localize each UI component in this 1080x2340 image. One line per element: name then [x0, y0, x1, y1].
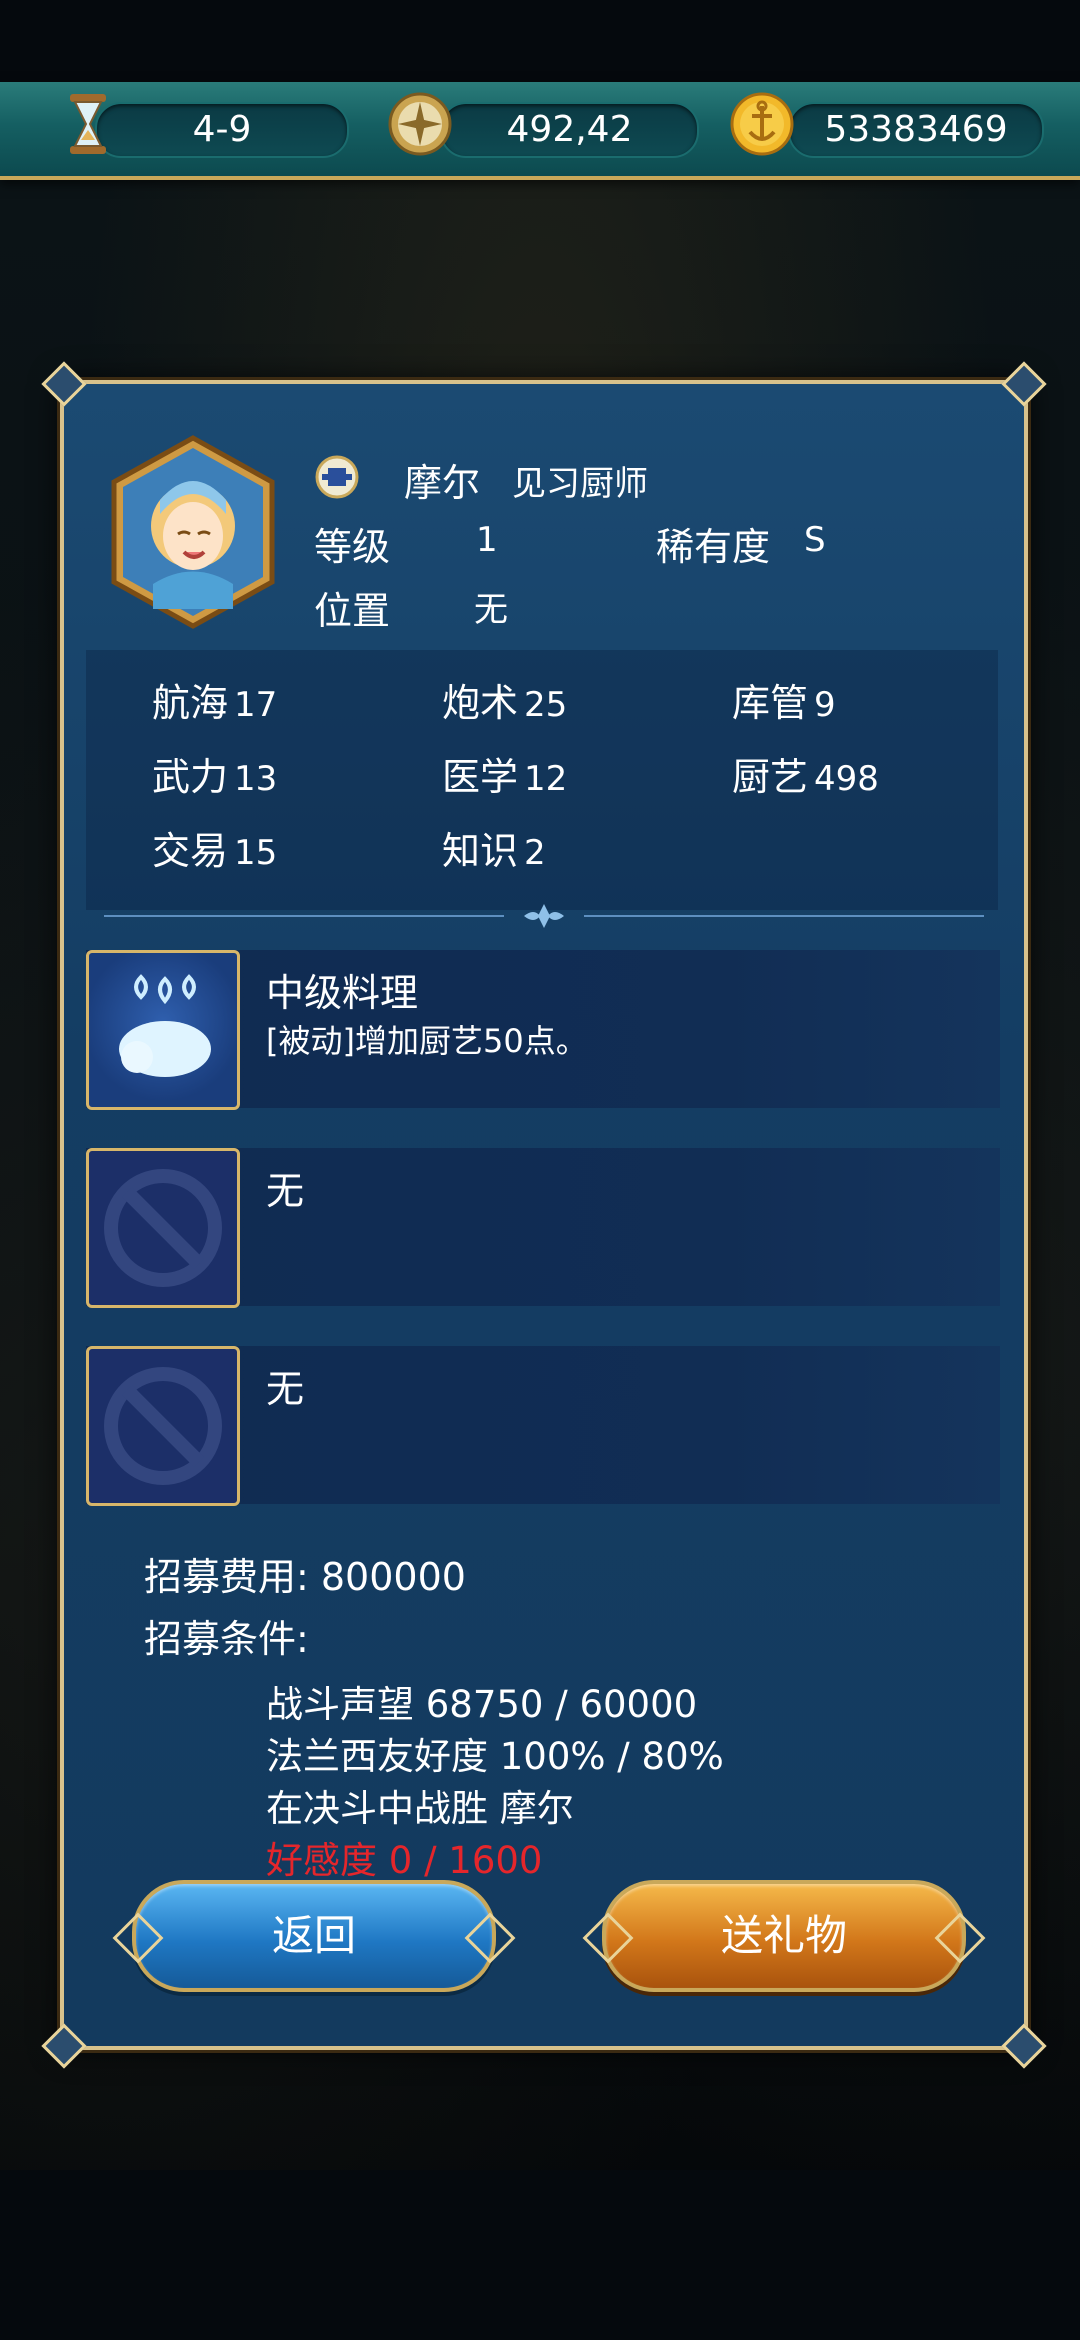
condition-item: 法兰西友好度 100% / 80% — [266, 1735, 724, 1778]
skill-description: [被动]增加厨艺50点。 — [266, 1022, 588, 1060]
hourglass-icon — [70, 94, 106, 154]
send-gift-button[interactable]: 送礼物 — [582, 1880, 986, 1992]
compass-icon — [388, 92, 452, 156]
compass-value: 492,42 — [506, 109, 633, 150]
compass-counter: 492,42 — [440, 102, 699, 158]
position-label: 位置 — [314, 589, 391, 633]
gold-counter: 53383469 — [788, 102, 1044, 158]
stat-knowledge: 知识 2 — [442, 829, 546, 873]
nation-emblem-icon — [315, 455, 359, 499]
back-button[interactable]: 返回 — [112, 1880, 516, 1992]
character-detail-panel: 摩尔 见习厨师 等级 1 稀有度 S 位置 无 航海 17 炮术 25 库管 9 武力… — [41, 361, 1047, 2069]
skill-slot-3[interactable]: 无 — [86, 1346, 1000, 1506]
stat-force: 武力 13 — [152, 755, 278, 799]
hourglass-counter: 4-9 — [95, 102, 349, 158]
recruit-conditions-label: 招募条件: — [144, 1617, 309, 1661]
skill-slot-2[interactable]: 无 — [86, 1148, 1000, 1308]
stat-trade: 交易 15 — [152, 829, 278, 873]
back-button-label: 返回 — [271, 1911, 356, 1960]
prohibited-icon — [86, 1148, 240, 1308]
character-portrait — [111, 435, 275, 629]
character-name: 摩尔 — [404, 461, 481, 505]
stat-storage: 库管 9 — [732, 681, 836, 725]
resource-bar: 4-9 492,42 53383469 — [0, 82, 1080, 180]
rarity-label: 稀有度 — [656, 525, 771, 569]
condition-item: 战斗声望 68750 / 60000 — [266, 1683, 698, 1726]
condition-item: 在决斗中战胜 摩尔 — [266, 1787, 574, 1830]
gold-value: 53383469 — [824, 109, 1008, 150]
stats-grid: 航海 17 炮术 25 库管 9 武力 13 医学 12 厨艺 498 交易 15 知识 2 — [86, 650, 998, 910]
skill-name: 无 — [266, 1367, 305, 1411]
button-ornament — [934, 1912, 986, 1964]
gold-coin-icon — [730, 92, 794, 156]
button-ornament — [582, 1912, 634, 1964]
character-title: 见习厨师 — [512, 464, 648, 504]
condition-item-unmet: 好感度 0 / 1600 — [266, 1839, 543, 1882]
rarity-value: S — [804, 520, 826, 560]
roast-chicken-icon — [86, 950, 240, 1110]
skill-name: 无 — [266, 1169, 305, 1213]
send-gift-button-label: 送礼物 — [720, 1911, 847, 1960]
ornament-divider — [104, 904, 984, 928]
prohibited-icon — [86, 1346, 240, 1506]
button-ornament — [464, 1912, 516, 1964]
stat-cooking: 厨艺 498 — [732, 755, 879, 799]
stat-medicine: 医学 12 — [442, 755, 568, 799]
stat-gunnery: 炮术 25 — [442, 681, 568, 725]
skill-slot-1[interactable]: 中级料理 [被动]增加厨艺50点。 — [86, 950, 1000, 1110]
stat-navigation: 航海 17 — [152, 681, 278, 725]
skill-name: 中级料理 — [266, 971, 419, 1015]
button-ornament — [112, 1912, 164, 1964]
hourglass-value: 4-9 — [192, 109, 252, 150]
level-value: 1 — [476, 520, 498, 560]
recruit-cost: 招募费用: 800000 — [144, 1555, 466, 1599]
position-value: 无 — [474, 590, 508, 630]
level-label: 等级 — [314, 525, 391, 569]
